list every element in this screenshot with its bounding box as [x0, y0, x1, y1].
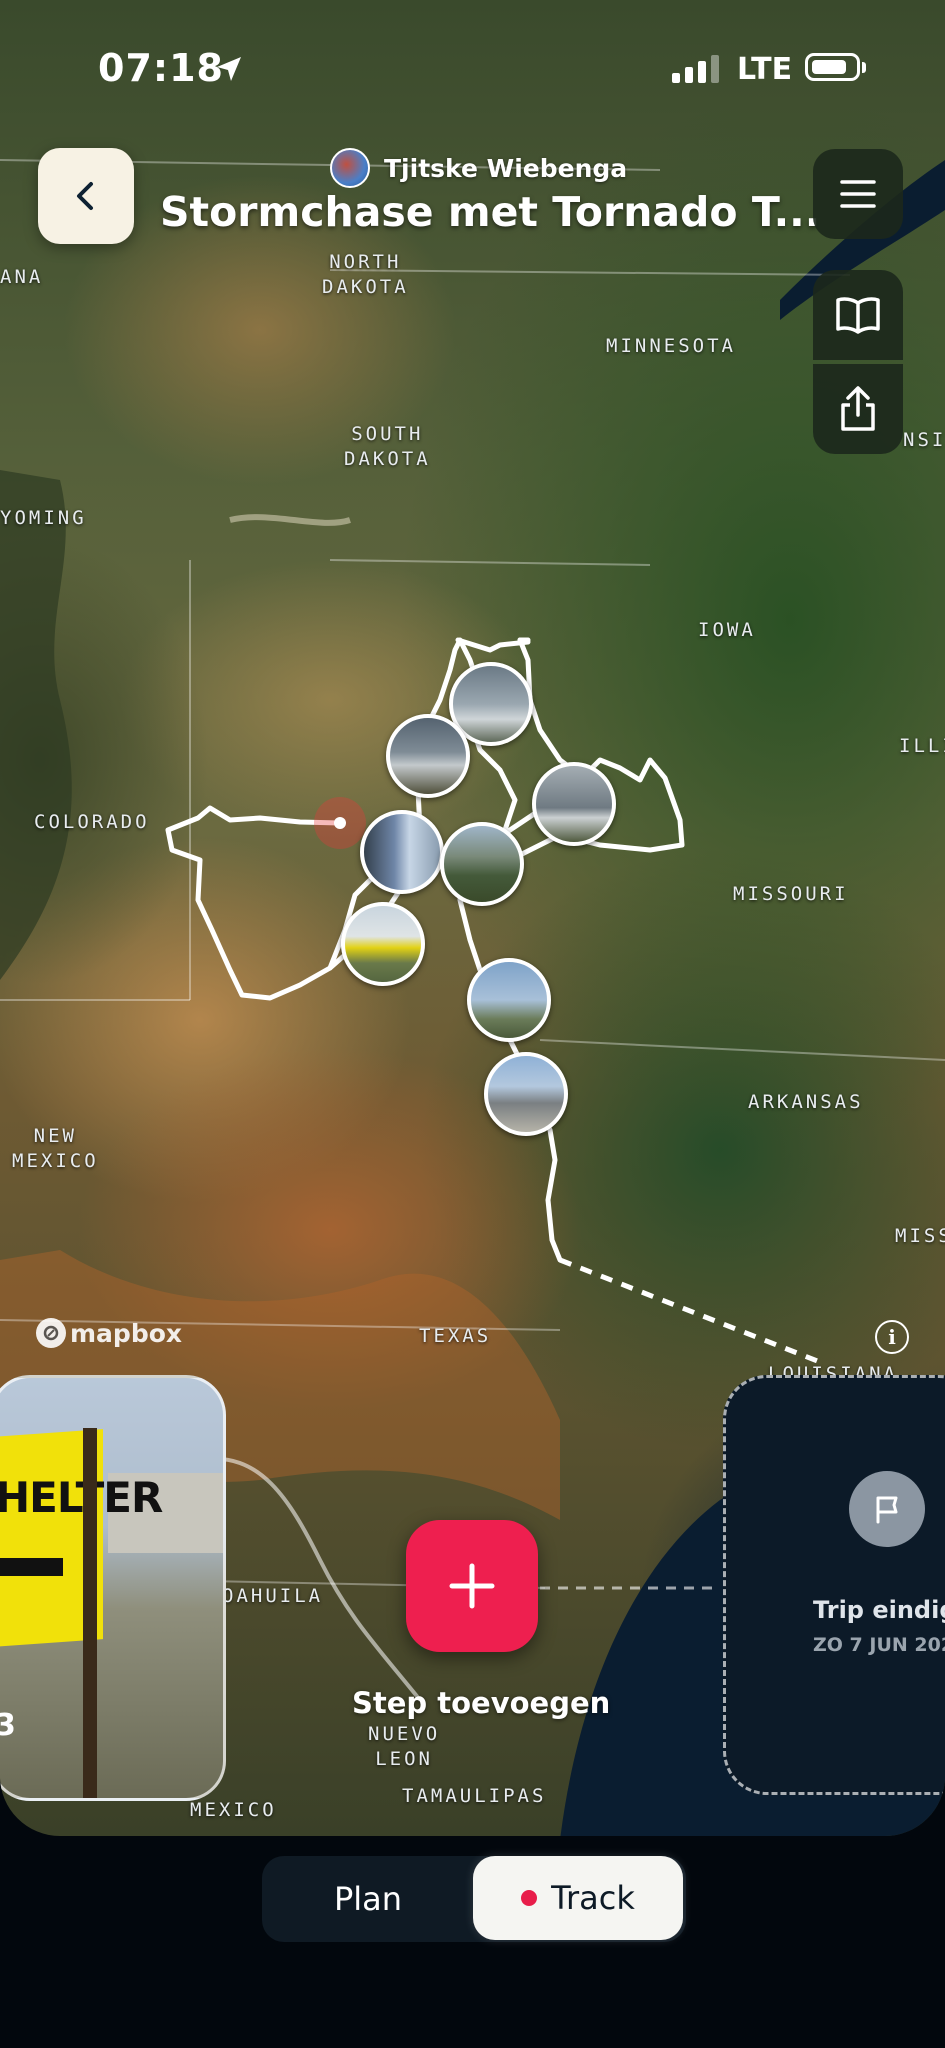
tab-track[interactable]: Track [473, 1856, 683, 1940]
network-type: LTE [737, 52, 793, 87]
photo-marker-gas-station[interactable] [484, 1052, 568, 1136]
status-time: 07:18 [98, 46, 224, 90]
step-card-number: 3 [0, 1708, 16, 1743]
trip-end-label: Trip eindig [813, 1596, 945, 1624]
recording-dot-icon [521, 1890, 538, 1906]
tab-plan-label: Plan [333, 1880, 403, 1918]
add-step-label: Step toevoegen [352, 1686, 611, 1720]
map-label-north-dakota: NORTH DAKOTA [322, 251, 409, 298]
battery-icon [805, 53, 860, 81]
mapbox-attribution[interactable]: mapbox [36, 1318, 182, 1348]
map-label-wyoming: YOMING [0, 507, 87, 529]
photo-sign-bar [0, 1558, 63, 1576]
photo-marker-storm-cloud-3[interactable] [532, 762, 616, 846]
photo-sign-post [83, 1428, 97, 1798]
book-icon [836, 297, 880, 334]
photo-marker-shelter-sign[interactable] [341, 902, 425, 986]
photo-marker-storm-cloud-2[interactable] [386, 714, 470, 798]
mapbox-label: mapbox [70, 1318, 183, 1348]
shelter-sign-text: HELTER [0, 1473, 163, 1522]
map-label-minnesota: MINNESOTA [606, 335, 736, 357]
avatar [330, 148, 370, 188]
plus-icon [449, 1563, 495, 1609]
menu-icon [840, 180, 876, 208]
photobook-button[interactable] [813, 270, 903, 360]
status-bar: 07:18 LTE [0, 0, 945, 140]
map-label-nuevo-leon: NUEVO LEON [368, 1723, 441, 1770]
trip-author[interactable]: Tjitske Wiebenga [330, 148, 627, 188]
battery-cap [862, 62, 866, 73]
map-label-coahuila: OAHUILA [222, 1585, 324, 1607]
map-label-texas: TEXAS [419, 1325, 492, 1347]
map-label-montana: ANA [0, 266, 44, 288]
map-label-mexico: MEXICO [190, 1799, 277, 1821]
photo-marker-water-tower[interactable] [467, 958, 551, 1042]
map-label-wisconsin: NSI [903, 429, 945, 451]
location-arrow-icon [217, 57, 241, 81]
map-label-illinois: ILLI [899, 735, 945, 757]
flag-icon [849, 1471, 925, 1547]
back-button[interactable] [38, 148, 134, 244]
share-icon [841, 386, 875, 431]
trip-end-date: ZO 7 JUN 202 [813, 1634, 945, 1656]
photo-marker-selfie[interactable] [360, 810, 444, 894]
map-label-arkansas: ARKANSAS [748, 1091, 864, 1113]
map-label-missouri: MISSOURI [733, 883, 849, 905]
trip-title: Stormchase met Tornado T... [160, 188, 821, 236]
trip-end-card[interactable]: Trip eindig ZO 7 JUN 202 [723, 1375, 945, 1795]
share-button[interactable] [813, 364, 903, 454]
mapbox-logo-icon [36, 1318, 66, 1348]
map-label-south-dakota: SOUTH DAKOTA [344, 423, 431, 470]
chevron-left-icon [77, 182, 93, 210]
add-step-button[interactable] [406, 1520, 538, 1652]
trip-map[interactable]: NORTH DAKOTA MINNESOTA SOUTH DAKOTA YOMI… [0, 0, 945, 1836]
map-label-tamaulipas: TAMAULIPAS [402, 1785, 547, 1807]
map-label-iowa: IOWA [698, 619, 756, 641]
map-label-mississippi: MISS [895, 1225, 945, 1247]
tab-track-label: Track [551, 1879, 635, 1917]
author-name: Tjitske Wiebenga [384, 153, 628, 183]
step-card-previous[interactable]: HELTER 3 [0, 1375, 226, 1801]
tab-plan[interactable]: Plan [270, 1862, 466, 1936]
info-icon[interactable]: i [875, 1320, 909, 1354]
photo-marker-group-photo[interactable] [440, 822, 524, 906]
signal-bars-icon [672, 55, 719, 83]
menu-button[interactable] [813, 149, 903, 239]
map-label-colorado: COLORADO [34, 811, 150, 833]
map-label-new-mexico: NEW MEXICO [12, 1125, 99, 1172]
